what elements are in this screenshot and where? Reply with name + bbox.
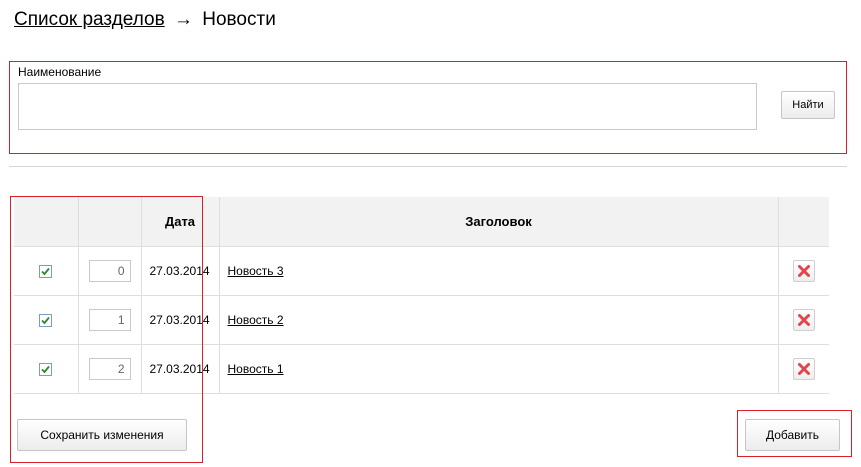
row-delete-cell: [778, 246, 829, 296]
row-delete-cell: [778, 295, 829, 345]
table-header-row: Дата Заголовок: [14, 197, 829, 247]
header-delete: [778, 197, 829, 247]
search-panel: Наименование Найти: [9, 61, 847, 154]
header-order: [78, 197, 142, 247]
news-title-link[interactable]: Новость 3: [228, 264, 284, 278]
row-title-cell: Новость 1: [219, 344, 779, 394]
breadcrumb: Список разделов → Новости: [14, 9, 276, 31]
delete-button[interactable]: [792, 357, 815, 380]
search-input[interactable]: [18, 83, 757, 130]
order-input[interactable]: [88, 259, 131, 282]
table-row: 27.03.2014 Новость 1: [14, 344, 829, 394]
news-table: Дата Заголовок 27.03.2014 Новость 3: [14, 197, 829, 394]
breadcrumb-sections-link[interactable]: Список разделов: [14, 9, 165, 30]
header-date: Дата: [141, 197, 220, 247]
breadcrumb-current: Новости: [202, 9, 276, 30]
table-row: 27.03.2014 Новость 3: [14, 246, 829, 296]
delete-button[interactable]: [792, 308, 815, 331]
red-x-icon: [797, 264, 810, 277]
row-order-cell: [78, 344, 142, 394]
breadcrumb-arrow: →: [173, 9, 193, 30]
active-checkbox[interactable]: [39, 264, 53, 278]
divider: [9, 166, 847, 167]
table-row: 27.03.2014 Новость 2: [14, 295, 829, 345]
save-changes-button[interactable]: Сохранить изменения: [17, 419, 187, 451]
active-checkbox[interactable]: [39, 362, 53, 376]
row-check-cell: [14, 246, 79, 296]
order-input[interactable]: [88, 308, 131, 331]
header-check: [14, 197, 79, 247]
checkmark-icon: [41, 365, 50, 373]
row-date: 27.03.2014: [141, 246, 220, 296]
news-title-link[interactable]: Новость 1: [228, 362, 284, 376]
search-label: Наименование: [18, 65, 102, 79]
delete-button[interactable]: [792, 259, 815, 282]
row-order-cell: [78, 295, 142, 345]
header-title: Заголовок: [219, 197, 779, 247]
checkmark-icon: [41, 316, 50, 324]
red-x-icon: [797, 362, 810, 375]
order-input[interactable]: [88, 357, 131, 380]
find-button[interactable]: Найти: [781, 91, 835, 119]
row-check-cell: [14, 295, 79, 345]
row-order-cell: [78, 246, 142, 296]
row-date: 27.03.2014: [141, 295, 220, 345]
active-checkbox[interactable]: [39, 313, 53, 327]
row-delete-cell: [778, 344, 829, 394]
news-title-link[interactable]: Новость 2: [228, 313, 284, 327]
add-button[interactable]: Добавить: [745, 419, 840, 451]
row-title-cell: Новость 2: [219, 295, 779, 345]
checkmark-icon: [41, 267, 50, 275]
news-section-page: Список разделов → Новости Наименование Н…: [0, 0, 861, 467]
row-check-cell: [14, 344, 79, 394]
red-x-icon: [797, 313, 810, 326]
row-title-cell: Новость 3: [219, 246, 779, 296]
row-date: 27.03.2014: [141, 344, 220, 394]
